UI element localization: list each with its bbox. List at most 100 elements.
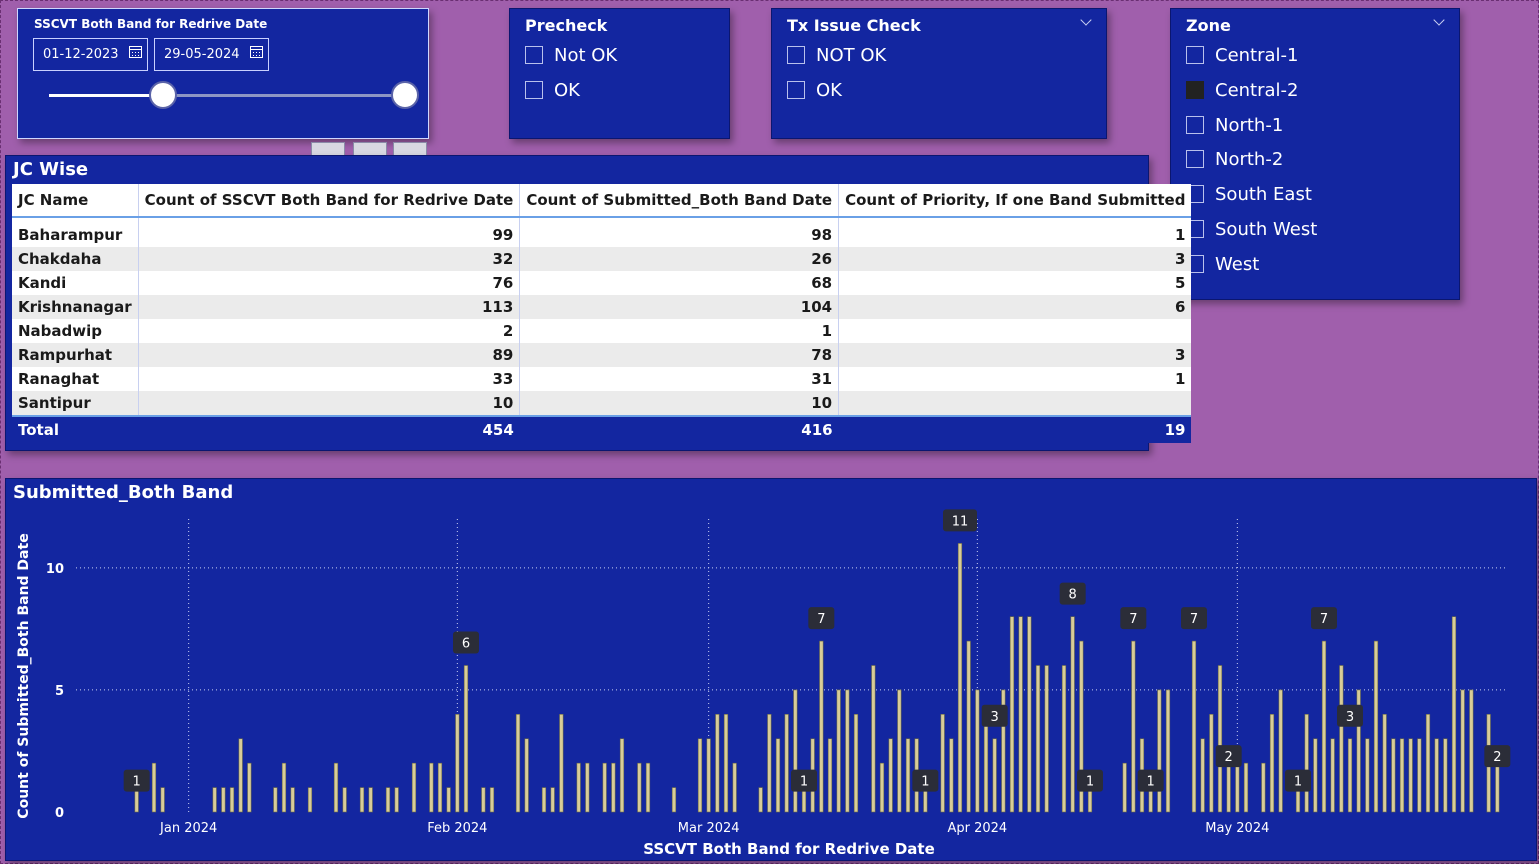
- tx-issue-option-ok[interactable]: OK: [787, 77, 842, 103]
- bar: [1061, 665, 1067, 813]
- jc-wise-title: JC Wise: [13, 159, 89, 180]
- option-label: South East: [1215, 183, 1312, 205]
- bar: [576, 762, 581, 813]
- bar: [767, 714, 772, 813]
- bar: [1425, 714, 1431, 813]
- table-row[interactable]: Chakdaha 32 26 3: [12, 247, 1192, 271]
- zone-option-north-1[interactable]: North-1: [1186, 112, 1283, 138]
- x-axis-title: SSCVT Both Band for Redrive Date: [643, 840, 935, 858]
- bar: [1451, 616, 1457, 813]
- bar: [1443, 738, 1448, 813]
- checkbox[interactable]: [525, 46, 543, 64]
- cell-count-redrive: 10: [137, 391, 520, 416]
- calendar-icon[interactable]: [250, 46, 263, 58]
- column-header-count-submitted[interactable]: Count of Submitted_Both Band Date: [519, 184, 839, 218]
- checkbox[interactable]: [1186, 46, 1204, 64]
- table-row[interactable]: Kandi 76 68 5: [12, 271, 1192, 295]
- zone-option-central-1[interactable]: Central-1: [1186, 42, 1299, 68]
- cell-count-submitted: 104: [519, 295, 839, 319]
- bar: [637, 762, 642, 813]
- start-handle[interactable]: [148, 81, 177, 109]
- bar: [715, 714, 720, 813]
- checkbox[interactable]: [787, 46, 805, 64]
- bar: [784, 714, 789, 813]
- checkbox[interactable]: [1186, 81, 1204, 99]
- checkbox[interactable]: [787, 81, 805, 99]
- bar: [1165, 689, 1171, 813]
- table-row[interactable]: Rampurhat 89 78 3: [12, 343, 1192, 367]
- checkbox[interactable]: [1186, 150, 1204, 168]
- bar: [1243, 762, 1249, 813]
- bar: [1191, 640, 1197, 813]
- bar: [645, 762, 651, 813]
- checkbox[interactable]: [1186, 116, 1204, 134]
- bar: [1009, 616, 1015, 813]
- bar: [1035, 665, 1041, 813]
- bar: [515, 714, 521, 813]
- bar: [1321, 640, 1327, 813]
- cell-jc-name: Santipur: [12, 391, 139, 416]
- cell-jc-name: Rampurhat: [12, 343, 139, 367]
- tx-issue-option-not-ok[interactable]: NOT OK: [787, 42, 886, 68]
- table-row[interactable]: Nabadwip 2 1: [12, 319, 1192, 343]
- zone-option-central-2[interactable]: Central-2: [1186, 77, 1299, 103]
- bar: [307, 787, 313, 813]
- bar: [723, 714, 729, 813]
- bar: [1018, 616, 1023, 813]
- chevron-down-icon[interactable]: [1433, 14, 1445, 26]
- bar: [368, 787, 373, 813]
- cell-count-redrive: 33: [137, 367, 520, 391]
- column-header-count-redrive[interactable]: Count of SSCVT Both Band for Redrive Dat…: [137, 184, 520, 218]
- data-label: 2: [1493, 750, 1501, 765]
- table-row[interactable]: Santipur 10 10: [12, 391, 1192, 416]
- precheck-option-ok[interactable]: OK: [525, 77, 580, 103]
- data-label: 1: [921, 775, 929, 790]
- bar: [1200, 738, 1205, 813]
- calendar-icon[interactable]: [129, 46, 142, 58]
- table-row[interactable]: Ranaghat 33 31 1: [12, 367, 1192, 391]
- date-range-track[interactable]: [49, 94, 405, 97]
- table-row[interactable]: Krishnanagar 113 104 6: [12, 295, 1192, 319]
- focus-mode-icon[interactable]: [353, 142, 387, 156]
- bar: [966, 640, 971, 813]
- zone-option-north-2[interactable]: North-2: [1186, 146, 1283, 172]
- data-label: 1: [1086, 775, 1094, 790]
- chevron-down-icon[interactable]: [1080, 14, 1092, 26]
- option-label: OK: [554, 79, 580, 101]
- start-date-input[interactable]: 01-12-2023: [33, 38, 148, 71]
- column-header-jc-name[interactable]: JC Name: [12, 184, 139, 218]
- bar: [281, 762, 287, 813]
- option-label: Central-2: [1215, 79, 1299, 101]
- bar: [975, 689, 980, 813]
- tx-issue-slicer: Tx Issue Check NOT OK OK: [771, 8, 1107, 139]
- more-options-icon[interactable]: [393, 142, 427, 156]
- column-header-count-priority[interactable]: Count of Priority, If one Band Submitted: [838, 184, 1192, 218]
- cell-count-priority: 3: [838, 247, 1192, 271]
- filter-icon[interactable]: [311, 142, 345, 156]
- zone-option-south-west[interactable]: South West: [1186, 216, 1317, 242]
- bar: [238, 738, 243, 813]
- cell-count-redrive: 89: [137, 343, 520, 367]
- bar: [1235, 762, 1240, 813]
- table-row[interactable]: Baharampur 99 98 1: [12, 217, 1192, 247]
- date-range-fill: [49, 94, 163, 97]
- checkbox[interactable]: [525, 81, 543, 99]
- option-label: West: [1215, 253, 1260, 275]
- end-date-input[interactable]: 29-05-2024: [154, 38, 269, 71]
- data-label: 1: [1147, 775, 1155, 790]
- zone-option-south-east[interactable]: South East: [1186, 181, 1312, 207]
- bar: [1027, 616, 1032, 813]
- precheck-option-not-ok[interactable]: Not OK: [525, 42, 617, 68]
- bar: [1460, 689, 1465, 813]
- cell-count-redrive: 32: [137, 247, 520, 271]
- cell-count-priority: 1: [838, 367, 1192, 391]
- zone-option-west[interactable]: West: [1186, 251, 1259, 277]
- data-label: 2: [1225, 750, 1233, 765]
- bar: [212, 787, 217, 813]
- data-label: 7: [817, 612, 825, 627]
- data-label: 3: [991, 710, 999, 725]
- bar: [983, 714, 989, 813]
- end-handle[interactable]: [391, 81, 419, 109]
- bar: [1278, 689, 1283, 813]
- x-tick-label: Feb 2024: [427, 821, 487, 836]
